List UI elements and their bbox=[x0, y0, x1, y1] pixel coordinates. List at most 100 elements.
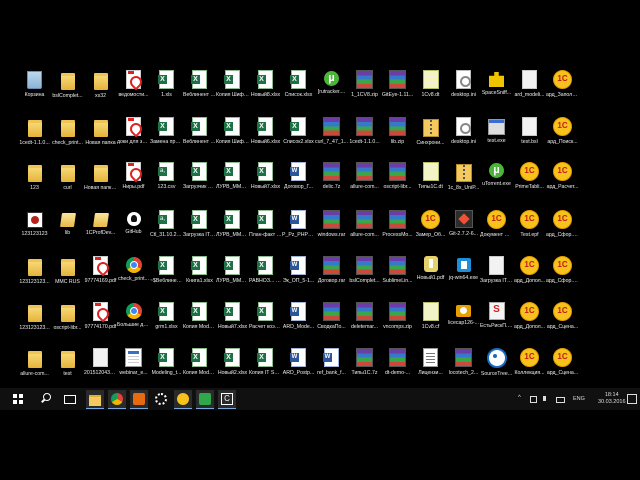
desktop-icon[interactable]: Копия IT Services.xlsx bbox=[249, 348, 282, 388]
desktop-icon[interactable]: 2015120431... bbox=[84, 348, 117, 388]
desktop-icon[interactable]: jq-win64.exe bbox=[447, 256, 480, 296]
desktop-icon[interactable]: 1cedt-1.1.0... bbox=[18, 117, 51, 157]
desktop-icon[interactable]: 1c_8x_UniP... bbox=[447, 162, 480, 202]
desktop-icon[interactable]: windows.rar bbox=[315, 210, 348, 250]
desktop-icon[interactable]: PrimeTabli... bbox=[513, 162, 546, 202]
desktop-icon[interactable]: 1.xls bbox=[150, 70, 183, 110]
desktop-icon[interactable]: test.exe bbox=[480, 117, 513, 157]
desktop-icon[interactable]: Новый6.xlsx bbox=[249, 117, 282, 157]
desktop-icon[interactable]: Загрузчик шифров ... bbox=[183, 162, 216, 202]
desktop-icon[interactable]: MMC RUS bbox=[51, 256, 84, 296]
desktop-icon[interactable]: ард_Допол... bbox=[513, 302, 546, 342]
desktop-icon[interactable]: Большие документ... bbox=[117, 302, 150, 342]
task-view-button[interactable] bbox=[60, 390, 78, 408]
desktop-icon[interactable]: Загрузка IT Expences_... bbox=[183, 210, 216, 250]
desktop-icon[interactable]: test.bsl bbox=[513, 117, 546, 157]
desktop-icon[interactable]: Git-2.7.2-6... bbox=[447, 210, 480, 250]
desktop-icon[interactable]: desktop.ini bbox=[447, 117, 480, 157]
desktop-icon[interactable]: СводкаПо... bbox=[315, 302, 348, 342]
desktop-icon[interactable]: Список2.xlsx bbox=[282, 117, 315, 157]
desktop-icon[interactable]: Копия Шифры по... bbox=[216, 70, 249, 110]
desktop-icon[interactable]: P_Pz_PHPp... bbox=[282, 210, 315, 250]
desktop-icon[interactable]: ref_bank_f... bbox=[315, 348, 348, 388]
desktop-icon[interactable]: ард_Расчет... bbox=[546, 162, 579, 202]
desktop-icon[interactable]: 123123123... bbox=[18, 302, 51, 342]
notification-icon[interactable] bbox=[627, 394, 637, 404]
desktop-icon[interactable]: Загрузка IT Expences bbox=[480, 256, 513, 296]
desktop-icon[interactable]: РАВНОЗ... v2.0.XLSX bbox=[249, 256, 282, 296]
desktop-icon[interactable]: SpaceSniff... bbox=[480, 70, 513, 110]
desktop-icon[interactable]: ард_Сцена... bbox=[546, 348, 579, 388]
desktop-icon[interactable]: Книга1.xlsx bbox=[183, 256, 216, 296]
desktop-icon[interactable]: Test.epf bbox=[513, 210, 546, 250]
desktop-icon[interactable]: Новый2.xlsx bbox=[216, 348, 249, 388]
desktop-icon[interactable]: ард_Допол... bbox=[513, 256, 546, 296]
taskbar-app-c[interactable]: C bbox=[218, 390, 236, 409]
desktop-icon[interactable]: ард_Сфор... (WL).epf bbox=[546, 256, 579, 296]
desktop-icon[interactable]: 97774170.pdf bbox=[84, 302, 117, 342]
desktop-icon[interactable]: ард_Поиск... bbox=[546, 117, 579, 157]
desktop-icon[interactable]: desktop.ini bbox=[447, 70, 480, 110]
desktop-icon[interactable]: Договор.rar bbox=[315, 256, 348, 296]
desktop-icon[interactable]: locotech_2... bbox=[447, 348, 480, 388]
language-indicator[interactable]: ENG bbox=[573, 396, 585, 402]
desktop-icon[interactable]: delic.7z bbox=[315, 162, 348, 202]
taskbar-app-green[interactable] bbox=[196, 390, 214, 409]
desktop-icon[interactable]: ард_Сцена... bbox=[546, 302, 579, 342]
desktop-icon[interactable]: licecap126-... bbox=[447, 302, 480, 342]
desktop-icon[interactable]: ~$Веблинент баги.xlsx bbox=[150, 256, 183, 296]
desktop-icon[interactable]: oscript-libr... bbox=[381, 162, 414, 202]
volume-icon[interactable] bbox=[543, 396, 549, 401]
desktop-icon[interactable]: Договор_Г... bbox=[282, 162, 315, 202]
desktop-icon[interactable]: lib.zip bbox=[381, 117, 414, 157]
taskbar-app-1c[interactable] bbox=[174, 390, 192, 409]
desktop-icon[interactable]: Список.xlsx bbox=[282, 70, 315, 110]
desktop-icon[interactable]: Эк_ОП_5-1... bbox=[282, 256, 315, 296]
desktop-icon[interactable]: Веблинент баги.xlsx bbox=[183, 70, 216, 110]
desktop-icon[interactable]: Копия Models_20... bbox=[183, 302, 216, 342]
desktop-icon[interactable]: Новый1.pdf bbox=[414, 256, 447, 296]
desktop-icon[interactable]: 97774169.pdf bbox=[84, 256, 117, 296]
desktop-icon[interactable]: Ctl_31.10.2... 19.23.11.csv bbox=[150, 210, 183, 250]
desktop-icon[interactable]: ARD_Postp... bbox=[282, 348, 315, 388]
desktop-icon[interactable]: Коллекция... bbox=[513, 348, 546, 388]
start-button[interactable] bbox=[0, 388, 34, 410]
chevron-up-icon[interactable]: ^ bbox=[518, 395, 524, 402]
desktop-icon[interactable]: доки для замен на... bbox=[117, 117, 150, 157]
desktop-icon[interactable]: Замена проводок ... bbox=[150, 117, 183, 157]
battery-icon[interactable] bbox=[556, 397, 565, 403]
clock[interactable]: 18:14 30.03.2016 bbox=[598, 392, 626, 406]
desktop-icon[interactable]: План-факт анализ.xlsx bbox=[249, 210, 282, 250]
desktop-icon[interactable]: vncomps.zip bbox=[381, 302, 414, 342]
desktop-icon[interactable]: check_print... bbox=[51, 117, 84, 157]
desktop-icon[interactable]: oscript-libr... bbox=[51, 302, 84, 342]
desktop-icon[interactable]: deletemar... bbox=[348, 302, 381, 342]
desktop-icon[interactable]: 1cedt-1.1.0... bbox=[348, 117, 381, 157]
desktop-icon[interactable]: 1Cv8.cf bbox=[414, 302, 447, 342]
desktop-icon[interactable]: Копия Models_20... bbox=[183, 348, 216, 388]
desktop-icon[interactable]: ард_Сфор... (WL).epf bbox=[546, 210, 579, 250]
desktop-icon[interactable]: Новый8.xlsx bbox=[249, 70, 282, 110]
desktop-icon[interactable]: Корзина bbox=[18, 70, 51, 110]
desktop-icon[interactable]: allure-com... bbox=[18, 348, 51, 388]
desktop-icon[interactable]: uTorrent.exe bbox=[480, 162, 513, 202]
desktop-icon[interactable]: ЛУРВ_MMC_Декабрь.xlsx bbox=[216, 162, 249, 202]
desktop-icon[interactable]: Типы1С.dt bbox=[414, 162, 447, 202]
taskbar-app-chrome[interactable] bbox=[108, 390, 126, 409]
desktop-icon[interactable]: bslComplet... bbox=[51, 70, 84, 110]
desktop-icon[interactable]: ведомости... bbox=[117, 70, 150, 110]
desktop-icon[interactable]: Новая папка bbox=[84, 117, 117, 157]
desktop-icon[interactable]: bslComplet... bbox=[348, 256, 381, 296]
desktop-icon[interactable]: Синхрони... bbox=[414, 117, 447, 157]
taskbar-app-file-explorer[interactable] bbox=[86, 390, 104, 409]
desktop-icon[interactable]: ЕстьРискП... — backup... bbox=[480, 302, 513, 342]
taskbar-app-settings[interactable] bbox=[152, 390, 170, 408]
search-button[interactable] bbox=[38, 390, 56, 408]
desktop-icon[interactable]: curl bbox=[51, 162, 84, 202]
desktop-icon[interactable]: Лицензи... bbox=[414, 348, 447, 388]
desktop-icon[interactable]: 123123123 bbox=[18, 210, 51, 250]
desktop-icon[interactable]: GitEye-1.11... bbox=[381, 70, 414, 110]
network-icon[interactable] bbox=[530, 396, 537, 403]
desktop-icon[interactable]: Расчет коэффици... bbox=[249, 302, 282, 342]
desktop-icon[interactable]: SourceTree... bbox=[480, 348, 513, 388]
